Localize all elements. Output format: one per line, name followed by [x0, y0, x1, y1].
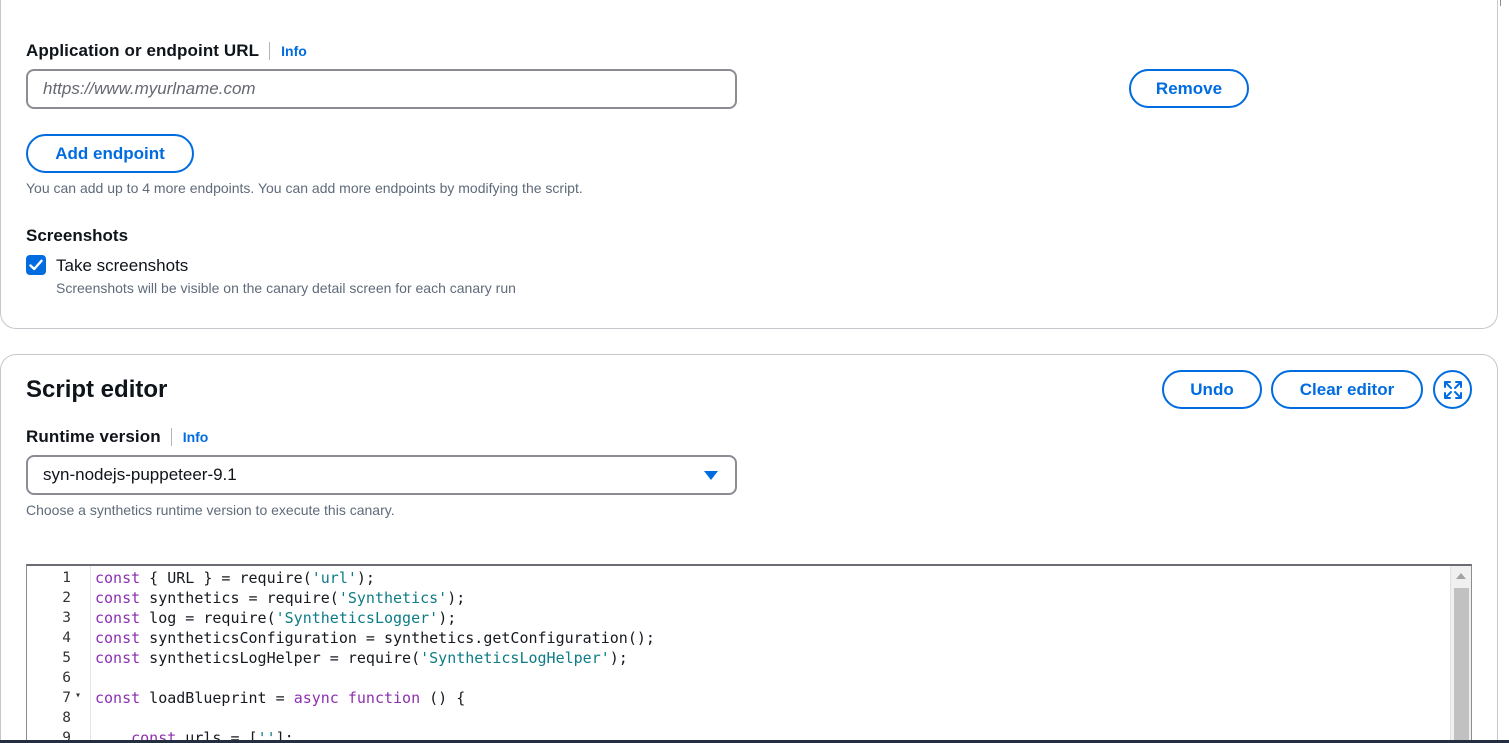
code-token: log = require(	[140, 609, 276, 627]
code-text: const log = require('SyntheticsLogger');	[91, 608, 456, 628]
code-token: syntheticsLogHelper = require(	[140, 649, 421, 667]
take-screenshots-checkbox[interactable]	[26, 255, 46, 275]
runtime-help-text: Choose a synthetics runtime version to e…	[26, 502, 395, 518]
line-number: 2	[62, 590, 71, 606]
endpoint-info-link[interactable]: Info	[281, 43, 307, 59]
code-string: 'Synthetics'	[338, 589, 448, 607]
code-editor[interactable]: 1 const { URL } = require('url'); 2 const s…	[26, 564, 1472, 743]
runtime-version-value: syn-nodejs-puppeteer-9.1	[43, 465, 237, 484]
scroll-up-arrow-icon[interactable]	[1456, 573, 1466, 579]
code-token: synthetics = require(	[140, 589, 339, 607]
info-separator	[269, 42, 271, 60]
info-separator	[170, 428, 172, 446]
scrollbar-thumb[interactable]	[1454, 588, 1469, 743]
code-string: 'SyntheticsLogger'	[275, 609, 439, 627]
code-line[interactable]: 4 const syntheticsConfiguration = synthet…	[27, 628, 1451, 648]
code-keyword: function	[347, 689, 421, 707]
code-text: const synthetics = require('Synthetics')…	[91, 588, 465, 608]
line-number: 5	[62, 650, 71, 666]
code-line[interactable]: 6	[27, 668, 1451, 688]
clear-editor-button[interactable]: Clear editor	[1271, 370, 1423, 409]
code-text: const loadBlueprint = async function () …	[91, 688, 465, 708]
caret-down-icon	[704, 471, 718, 480]
fold-arrow-icon[interactable]: ▾	[75, 688, 91, 708]
code-line[interactable]: 5 const syntheticsLogHelper = require('Sy…	[27, 648, 1451, 668]
screenshots-label: Screenshots	[26, 226, 129, 245]
line-number: 1	[62, 570, 71, 586]
code-token: );	[447, 589, 466, 607]
code-line[interactable]: 8	[27, 708, 1451, 728]
runtime-version-select[interactable]: syn-nodejs-puppeteer-9.1	[26, 455, 737, 495]
code-line[interactable]: 1 const { URL } = require('url');	[27, 568, 1451, 588]
runtime-info-link[interactable]: Info	[183, 429, 209, 445]
line-number: 3	[62, 610, 71, 626]
undo-button[interactable]: Undo	[1162, 370, 1262, 409]
code-line[interactable]: 2 const synthetics = require('Synthetics'…	[27, 588, 1451, 608]
checkmark-icon	[29, 259, 43, 271]
take-screenshots-label[interactable]: Take screenshots	[56, 256, 188, 276]
editor-vertical-scrollbar[interactable]	[1450, 566, 1471, 743]
code-text: const syntheticsConfiguration = syntheti…	[91, 628, 655, 648]
endpoint-url-label-row: Application or endpoint URL Info	[26, 41, 307, 61]
code-keyword: async	[293, 689, 339, 707]
fullscreen-button[interactable]	[1433, 370, 1472, 409]
code-keyword: const	[95, 569, 141, 587]
code-token: );	[356, 569, 375, 587]
add-endpoint-button[interactable]: Add endpoint	[26, 134, 194, 173]
code-token: );	[609, 649, 628, 667]
code-token: syntheticsConfiguration = synthetics.get…	[140, 629, 655, 647]
code-text: const { URL } = require('url');	[91, 568, 375, 588]
runtime-version-label: Runtime version	[26, 427, 161, 446]
code-string: 'url'	[311, 569, 357, 587]
endpoint-url-label: Application or endpoint URL	[26, 41, 260, 60]
expand-icon	[1443, 380, 1462, 399]
code-lines: 1 const { URL } = require('url'); 2 const s…	[27, 568, 1451, 743]
code-line[interactable]: 3 const log = require('SyntheticsLogger')…	[27, 608, 1451, 628]
code-keyword: const	[95, 609, 141, 627]
line-number: 8	[62, 710, 71, 726]
take-screenshots-description: Screenshots will be visible on the canar…	[56, 280, 516, 296]
code-token: );	[438, 609, 457, 627]
runtime-label-row: Runtime version Info	[26, 427, 208, 447]
code-line[interactable]: 7 ▾ const loadBlueprint = async function (…	[27, 688, 1451, 708]
line-number: 4	[62, 630, 71, 646]
remove-endpoint-button[interactable]: Remove	[1129, 69, 1249, 108]
code-string: 'SyntheticsLogHelper'	[420, 649, 610, 667]
code-token: () {	[420, 689, 466, 707]
page-scroll-indicator	[1500, 0, 1501, 6]
code-keyword: const	[95, 629, 141, 647]
code-token: { URL } = require(	[140, 569, 312, 587]
line-number: 6	[62, 670, 71, 686]
line-number: 7	[62, 690, 71, 706]
code-token: loadBlueprint =	[140, 689, 294, 707]
code-keyword: const	[95, 589, 141, 607]
code-keyword: const	[95, 689, 141, 707]
endpoint-url-input[interactable]	[26, 69, 737, 109]
code-keyword: const	[95, 649, 141, 667]
endpoint-help-text: You can add up to 4 more endpoints. You …	[26, 180, 583, 196]
code-text: const syntheticsLogHelper = require('Syn…	[91, 648, 628, 668]
script-editor-title: Script editor	[26, 376, 168, 403]
